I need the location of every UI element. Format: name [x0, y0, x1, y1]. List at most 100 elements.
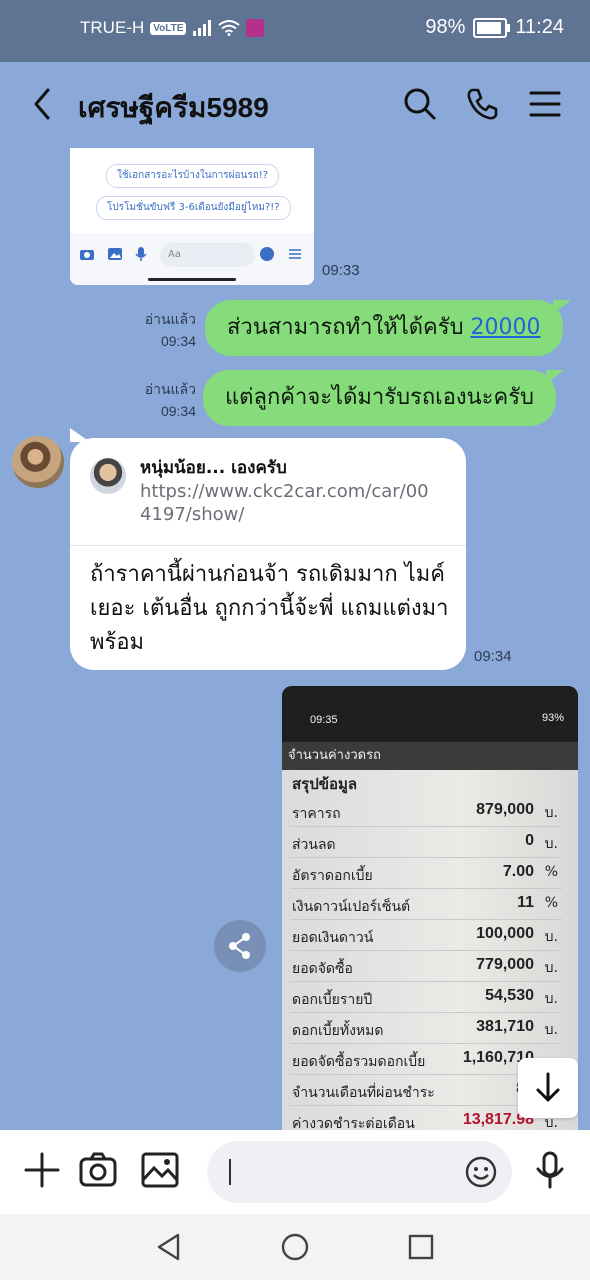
row-unit: บ.: [544, 1022, 558, 1038]
mini-input-bar: Aa: [70, 233, 314, 285]
share-button[interactable]: [214, 920, 266, 972]
screenshot-status-bar: 09:35 93%: [282, 686, 578, 742]
status-left: TRUE-H VoLTE: [80, 18, 265, 38]
reply-link[interactable]: https://www.ckc2car.com/car/004197/show/: [140, 480, 440, 526]
row-unit: บ.: [544, 929, 558, 945]
nav-back-icon[interactable]: [154, 1232, 184, 1262]
text-caret: [229, 1159, 231, 1185]
summary-row: ราคารถ 879,000 บ.: [290, 796, 562, 827]
row-label: ค่างวดชำระต่อเดือน: [292, 1116, 415, 1130]
image-icon: [108, 248, 122, 260]
arrow-down-icon: [536, 1072, 560, 1102]
search-icon[interactable]: [402, 86, 438, 122]
battery-percent: 98%: [425, 16, 466, 38]
row-value: 779,000: [476, 956, 534, 973]
home-indicator: [148, 278, 236, 281]
menu-icon[interactable]: [527, 86, 563, 122]
mini-input: Aa: [160, 243, 255, 267]
status-bar: TRUE-H VoLTE 98% 11:24: [0, 0, 590, 62]
scroll-to-bottom-button[interactable]: [518, 1058, 578, 1118]
phone-number-link[interactable]: 20000: [471, 315, 541, 340]
screenshot-time: 09:35: [310, 714, 338, 726]
plus-icon[interactable]: [22, 1150, 62, 1190]
quick-reply-pill: ใช้เอกสารอะไรบ้างในการผ่อนรถ!?: [106, 164, 280, 188]
row-unit: บ.: [544, 960, 558, 976]
nav-recents-icon[interactable]: [406, 1232, 436, 1262]
volte-badge: VoLTE: [150, 21, 187, 35]
row-label: ดอกเบี้ยทั้งหมด: [292, 1023, 384, 1039]
sent-message[interactable]: ส่วนสามารถทำให้ได้ครับ 20000: [205, 300, 571, 356]
status-right: 98% 11:24: [425, 16, 564, 39]
summary-row: ดอกเบี้ยรายปี 54,530 บ.: [290, 982, 562, 1013]
row-unit: บ.: [544, 836, 558, 852]
read-receipt: อ่านแล้ว 09:34: [130, 308, 196, 352]
reply-avatar: [90, 458, 126, 494]
screenshot-heading: สรุปข้อมูล: [292, 775, 358, 793]
message-time: 09:34: [160, 403, 196, 419]
sent-message[interactable]: แต่ลูกค้าจะได้มารับรถเองนะครับ: [203, 370, 564, 426]
message-time: 09:34: [474, 648, 512, 665]
row-unit: บ.: [544, 805, 558, 821]
quick-reply-pill: โปรโมชั่นขับฟรี 3-6เดือนยังมีอยู่ไหม?!?: [96, 196, 291, 220]
row-value: 100,000: [476, 925, 534, 942]
nav-home-icon[interactable]: [280, 1232, 310, 1262]
row-unit: %: [544, 864, 558, 880]
received-message[interactable]: หนุ่มน้อย... เองครับ https://www.ckc2car…: [70, 428, 466, 670]
message-time: 09:33: [322, 262, 360, 279]
reply-sender-name: หนุ่มน้อย... เองครับ: [140, 458, 287, 478]
message-time: 09:34: [160, 333, 196, 349]
row-value: 381,710: [476, 1018, 534, 1035]
system-nav-bar: [0, 1214, 590, 1280]
row-value: 11: [517, 894, 534, 911]
row-value: 7.00: [502, 863, 534, 880]
avatar[interactable]: [12, 436, 64, 488]
clock: 11:24: [515, 16, 564, 38]
row-label: อัตราดอกเบี้ย: [292, 868, 373, 884]
carrier-label: TRUE-H: [80, 18, 145, 37]
row-label: ยอดจัดซื้อรวมดอกเบี้ย: [292, 1054, 426, 1070]
row-label: ยอดจัดซื้อ: [292, 961, 353, 977]
summary-row: ยอดเงินดาวน์ 100,000 บ.: [290, 920, 562, 951]
row-label: ส่วนลด: [292, 837, 336, 853]
row-value: 879,000: [476, 801, 534, 818]
chat-area[interactable]: ใช้เอกสารอะไรบ้างในการผ่อนรถ!? โปรโมชั่น…: [0, 148, 590, 1130]
app-notification-icon: [246, 19, 265, 37]
read-label: อ่านแล้ว: [144, 381, 196, 397]
summary-row: เงินดาวน์เปอร์เซ็นต์ 11%: [290, 889, 562, 920]
row-label: เงินดาวน์เปอร์เซ็นต์: [292, 899, 411, 915]
microphone-icon[interactable]: [530, 1150, 570, 1190]
chat-header: เศรษฐีครีม5989: [0, 62, 590, 148]
read-label: อ่านแล้ว: [144, 311, 196, 327]
menu-icon: [289, 249, 301, 259]
divider: [70, 545, 466, 546]
message-input-bar: [0, 1130, 590, 1214]
row-label: ดอกเบี้ยรายปี: [292, 992, 373, 1008]
emoji-icon: [260, 247, 274, 261]
mic-icon: [135, 247, 147, 261]
row-value: 0: [525, 832, 534, 849]
battery-fill: [477, 21, 502, 34]
message-text: ถ้าราคานี้ผ่านก่อนจ้า รถเดิมมาก ไมค์เยอะ…: [90, 562, 449, 655]
row-unit: %: [544, 895, 558, 911]
summary-row: ส่วนลด 0 บ.: [290, 827, 562, 858]
summary-row: อัตราดอกเบี้ย 7.00%: [290, 858, 562, 889]
phone-icon[interactable]: [464, 86, 500, 122]
signal-icon: [193, 20, 212, 36]
screenshot-battery: 93%: [541, 712, 564, 724]
battery-icon: [473, 17, 511, 38]
row-unit: บ.: [544, 991, 558, 1007]
message-input[interactable]: [207, 1141, 512, 1203]
row-label: ยอดเงินดาวน์: [292, 930, 374, 946]
share-icon: [229, 933, 250, 959]
chat-title: เศรษฐีครีม5989: [78, 92, 269, 123]
screenshot-app-title: จำนวนค่างวดรถ: [282, 742, 578, 770]
emoji-icon[interactable]: [464, 1155, 498, 1189]
image-icon[interactable]: [140, 1150, 180, 1190]
row-label: ราคารถ: [292, 806, 341, 822]
back-arrow-icon[interactable]: [28, 86, 58, 122]
image-message[interactable]: ใช้เอกสารอะไรบ้างในการผ่อนรถ!? โปรโมชั่น…: [70, 148, 314, 285]
read-receipt: อ่านแล้ว 09:34: [130, 378, 196, 422]
wifi-icon: [218, 20, 241, 36]
message-text: แต่ลูกค้าจะได้มารับรถเองนะครับ: [225, 385, 534, 410]
camera-icon[interactable]: [78, 1150, 118, 1190]
